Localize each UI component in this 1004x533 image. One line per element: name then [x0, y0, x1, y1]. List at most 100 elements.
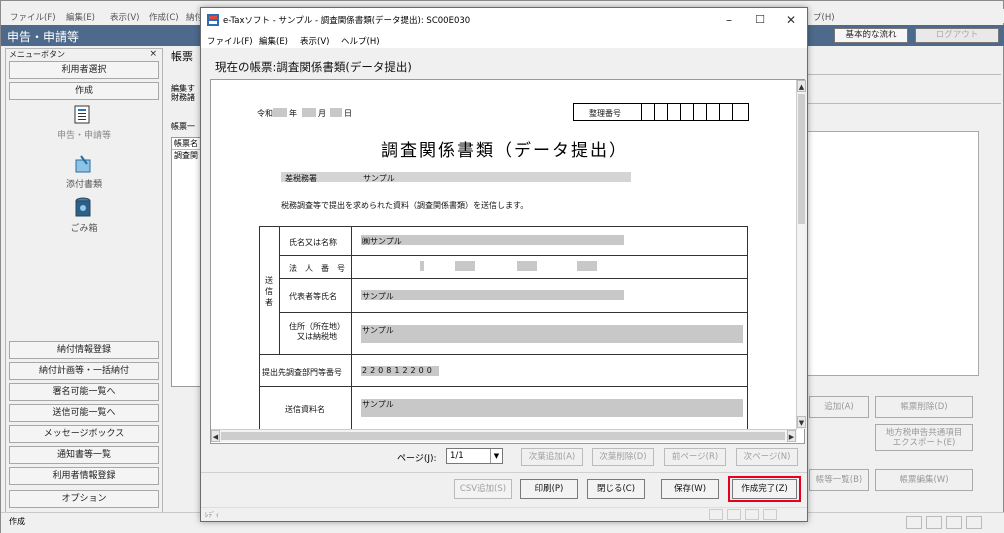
bg-list-label: 帳票一	[171, 122, 195, 131]
bg-delete-form-button[interactable]: 帳票削除(D)	[875, 396, 973, 418]
bg-form-list: 帳票名 調査関	[171, 137, 203, 387]
day-field[interactable]	[330, 108, 342, 117]
resize-grip-icon[interactable]	[783, 509, 803, 520]
bg-edit-form-button[interactable]: 帳票編集(W)	[875, 469, 973, 491]
basic-flow-button[interactable]: 基本的な流れ	[834, 28, 908, 43]
attachment-icon[interactable]	[73, 154, 93, 174]
sidebar-close-icon[interactable]: ×	[149, 49, 157, 59]
sidebar-icon-label-trash[interactable]: ごみ箱	[6, 221, 162, 234]
month-label: 月	[318, 109, 326, 118]
bg-menu-file[interactable]: ファイル(F)	[10, 11, 56, 23]
menu-view[interactable]: 表示(V)	[300, 35, 329, 47]
office-value[interactable]: サンプル	[363, 173, 395, 184]
add-next-sheet-button[interactable]: 次葉追加(A)	[521, 448, 583, 466]
sidebar-icon-label-shinkoku[interactable]: 申告・申請等	[6, 128, 162, 141]
chevron-down-icon[interactable]: ▼	[490, 449, 502, 463]
maximize-button[interactable]: ☐	[746, 11, 774, 29]
signable-list-button[interactable]: 署名可能一覧へ	[9, 383, 159, 401]
address-field-bg	[361, 325, 743, 343]
era-year-field[interactable]	[273, 108, 287, 117]
complete-button-highlight	[728, 476, 801, 502]
corp-number-label: 法 人 番 号	[289, 264, 345, 273]
bg-menu-help[interactable]: プ(H)	[813, 11, 835, 23]
ref-divider	[706, 104, 707, 120]
user-select-button[interactable]: 利用者選択	[9, 61, 159, 79]
close-icon[interactable]: ✕	[777, 11, 805, 29]
dialog-title: e-Taxソフト - サンプル - 調査関係書類(データ提出): SC00E03…	[223, 16, 471, 26]
corp-number-field[interactable]	[455, 261, 475, 271]
scroll-thumb[interactable]	[798, 94, 805, 224]
ref-divider	[732, 104, 733, 120]
csv-add-button[interactable]: CSV追加(S)	[454, 479, 512, 499]
dialog-status-text: ﾚﾃﾞｨ	[205, 511, 219, 519]
user-info-button[interactable]: 利用者情報登録	[9, 467, 159, 485]
material-name-field[interactable]: サンプル	[362, 399, 394, 410]
save-button[interactable]: 保存(W)	[661, 479, 719, 499]
name-field[interactable]: ㈱サンプル	[362, 236, 402, 247]
bg-list-button[interactable]: 帳等一覧(B)	[809, 469, 869, 491]
minimize-button[interactable]: –	[715, 11, 743, 29]
corp-number-field[interactable]	[517, 261, 537, 271]
bg-divider	[806, 74, 1001, 75]
payment-plan-button[interactable]: 納付計画等・一括納付	[9, 362, 159, 380]
horizontal-scrollbar[interactable]: ◀ ▶	[211, 429, 797, 442]
ref-divider	[654, 104, 655, 120]
sendable-list-button[interactable]: 送信可能一覧へ	[9, 404, 159, 422]
address-field[interactable]: サンプル	[362, 325, 394, 336]
office-label: 差税務署	[285, 174, 317, 183]
corp-number-field[interactable]	[420, 261, 424, 271]
prev-page-button[interactable]: 前ページ(R)	[664, 448, 726, 466]
scroll-right-arrow[interactable]: ▶	[787, 430, 796, 442]
era-label: 令和	[257, 109, 273, 118]
bg-list-header: 帳票名	[172, 138, 202, 150]
etax-dialog-window: e-Taxソフト - サンプル - 調査関係書類(データ提出): SC00E03…	[200, 7, 808, 522]
app-icon	[207, 14, 219, 26]
hscroll-thumb[interactable]	[221, 432, 785, 440]
bg-menu-create[interactable]: 作成(C)	[149, 11, 179, 23]
create-button[interactable]: 作成	[9, 82, 159, 100]
page-select[interactable]: 1/1 ▼	[446, 448, 503, 464]
message-box-button[interactable]: メッセージボックス	[9, 425, 159, 443]
menu-edit[interactable]: 編集(E)	[259, 35, 288, 47]
scroll-left-arrow[interactable]: ◀	[211, 430, 220, 442]
bg-status-text: 作成	[9, 517, 25, 526]
status-cell	[763, 509, 777, 520]
scroll-down-arrow[interactable]: ▼	[797, 416, 806, 428]
vertical-scrollbar[interactable]: ▲ ▼	[796, 80, 806, 429]
sidebar-icon-label-attachment[interactable]: 添付書類	[6, 177, 162, 190]
scroll-up-arrow[interactable]: ▲	[797, 80, 806, 92]
divider	[201, 472, 807, 473]
month-field[interactable]	[302, 108, 316, 117]
next-page-button[interactable]: 次ページ(N)	[736, 448, 798, 466]
bg-add-button[interactable]: 追加(A)	[809, 396, 869, 418]
delete-next-sheet-button[interactable]: 次葉削除(D)	[592, 448, 654, 466]
status-cell	[745, 509, 759, 520]
bg-export-button[interactable]: 地方税申告共通項目 エクスポート(E)	[875, 424, 973, 451]
bg-list-item[interactable]: 調査関	[172, 150, 202, 161]
print-button[interactable]: 印刷(P)	[520, 479, 578, 499]
reference-number-box: 整理番号	[573, 103, 749, 121]
representative-field[interactable]: サンプル	[362, 291, 394, 302]
option-button[interactable]: オプション	[9, 490, 159, 508]
payment-info-button[interactable]: 納付情報登録	[9, 341, 159, 359]
logout-button[interactable]: ログアウト	[915, 28, 999, 43]
ref-divider	[641, 104, 642, 120]
status-cell	[727, 509, 741, 520]
menu-file[interactable]: ファイル(F)	[207, 35, 253, 47]
menu-help[interactable]: ヘルプ(H)	[341, 35, 380, 47]
trash-icon[interactable]	[74, 197, 92, 219]
dialog-body: 現在の帳票:調査関係書類(データ提出) 令和 年 月 日 整理番号 調査関係書類…	[201, 48, 807, 521]
reference-number-label: 整理番号	[589, 109, 621, 118]
ref-divider	[693, 104, 694, 120]
notice-list-button[interactable]: 通知書等一覧	[9, 446, 159, 464]
status-cell	[906, 516, 922, 529]
form-viewer[interactable]: 令和 年 月 日 整理番号 調査関係書類（データ提出） 差税務署 サンプル 税務…	[210, 79, 806, 444]
dept-number-field[interactable]: 220812200	[362, 366, 435, 375]
bg-menu-view[interactable]: 表示(V)	[110, 11, 139, 23]
bg-menu-edit[interactable]: 編集(E)	[66, 11, 95, 23]
document-icon[interactable]	[73, 105, 93, 125]
table-line	[279, 255, 748, 256]
corp-number-field[interactable]	[577, 261, 597, 271]
close-button[interactable]: 閉じる(C)	[587, 479, 645, 499]
current-form-heading: 現在の帳票:調査関係書類(データ提出)	[215, 60, 412, 74]
